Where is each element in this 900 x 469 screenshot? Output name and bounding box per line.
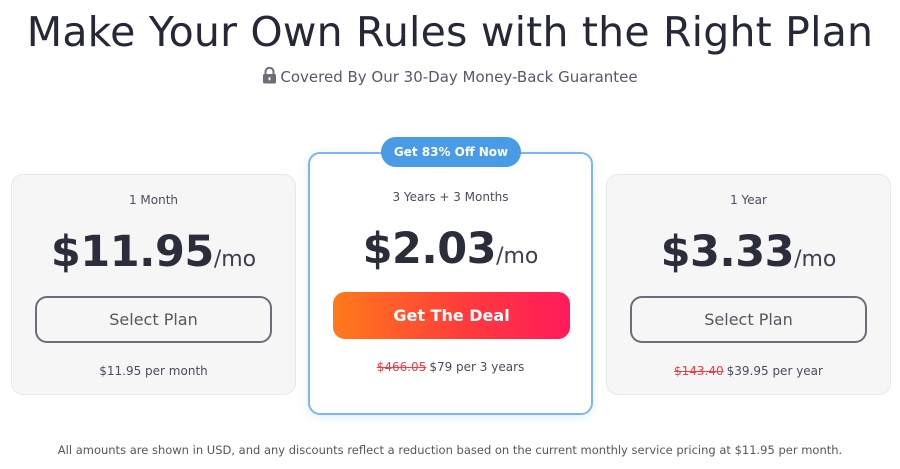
plan-term: 3 Years + 3 Months	[392, 190, 509, 204]
plan-price: $2.03/mo	[310, 224, 591, 274]
lock-icon	[263, 67, 277, 84]
plan-card-3-years: Get 83% Off Now 3 Years + 3 Months $2.03…	[308, 137, 593, 415]
select-plan-button[interactable]: Select Plan	[630, 296, 867, 343]
page-title: Make Your Own Rules with the Right Plan	[26, 8, 874, 56]
guarantee-line: Covered By Our 30-Day Money-Back Guarant…	[0, 67, 900, 86]
plan-term: 1 Month	[128, 193, 179, 207]
price-unit: /mo	[496, 244, 539, 269]
plan-price: $11.95/mo	[12, 227, 295, 277]
price-unit: /mo	[794, 247, 837, 272]
plan-card-1-month: 1 Month $11.95/mo Select Plan $11.95 per…	[11, 174, 296, 395]
plan-card-1-year: 1 Year $3.33/mo Select Plan $143.40 $39.9…	[606, 174, 891, 395]
plan-price: $3.33/mo	[607, 227, 890, 277]
billing-amount: $39.95 per year	[726, 364, 823, 378]
billing-amount: $79 per 3 years	[429, 360, 525, 374]
select-plan-button[interactable]: Select Plan	[35, 296, 272, 343]
plan-term: 1 Year	[730, 193, 767, 207]
price-amount: $3.33	[660, 227, 795, 277]
price-amount: $11.95	[50, 227, 214, 277]
discount-badge: Get 83% Off Now	[381, 137, 521, 167]
billing-note: $466.05 $79 per 3 years	[310, 360, 591, 374]
pricing-disclaimer: All amounts are shown in USD, and any di…	[57, 443, 843, 457]
guarantee-text: Covered By Our 30-Day Money-Back Guarant…	[280, 68, 638, 86]
original-price: $466.05	[376, 360, 427, 374]
price-unit: /mo	[213, 247, 257, 272]
billing-note: $11.95 per month	[12, 364, 295, 378]
original-price: $143.40	[674, 364, 724, 378]
price-amount: $2.03	[362, 224, 497, 274]
billing-note: $143.40 $39.95 per year	[607, 364, 890, 378]
pricing-page: Make Your Own Rules with the Right Plan …	[0, 0, 900, 469]
get-the-deal-button[interactable]: Get The Deal	[333, 292, 570, 339]
billing-amount: $11.95 per month	[99, 364, 208, 378]
